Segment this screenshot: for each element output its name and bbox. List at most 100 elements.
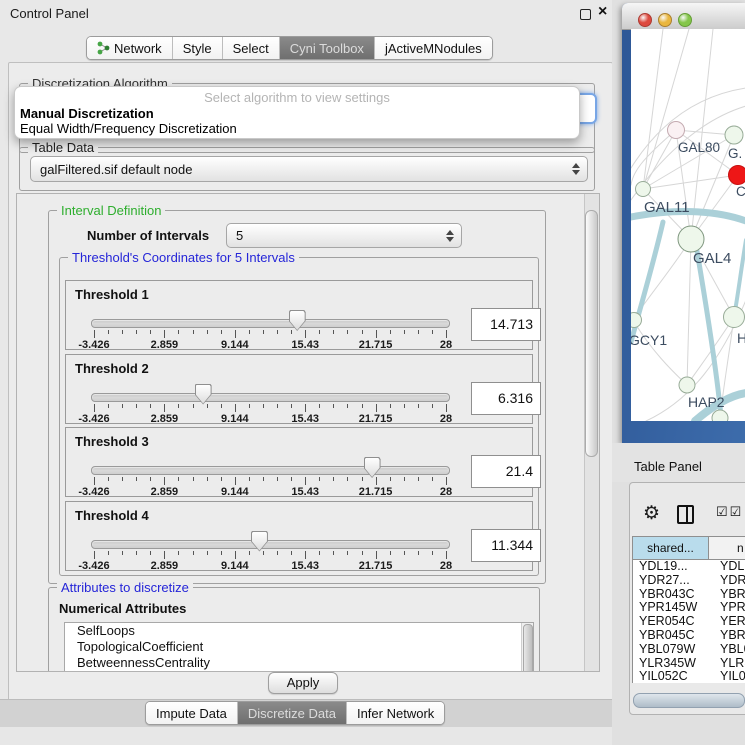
- tab-infer-network[interactable]: Infer Network: [347, 702, 444, 724]
- bottom-tab-bar: Impute DataDiscretize Data Infer Network: [145, 701, 445, 725]
- cyni-toolbox-panel: Discretization Algorithm Table Data galF…: [8, 62, 613, 702]
- settings-scroll-pane: Interval Definition Number of Intervals …: [16, 193, 600, 672]
- algorithm-option-manual-discretization[interactable]: Manual Discretization: [15, 106, 579, 121]
- slider-tick-minor: [221, 477, 222, 481]
- network-node-gal80[interactable]: [668, 122, 685, 139]
- attribute-item-selfloops[interactable]: SelfLoops: [65, 623, 533, 639]
- slider-tick-minor: [418, 477, 419, 481]
- float-window-icon[interactable]: [580, 9, 591, 20]
- threshold-slider-track[interactable]: [91, 393, 450, 402]
- threshold-label: Threshold 3: [75, 434, 149, 449]
- tab-select[interactable]: Select: [223, 37, 280, 59]
- slider-tick-label: 21.715: [359, 560, 393, 572]
- close-light[interactable]: [638, 13, 652, 27]
- slider-tick-minor: [207, 404, 208, 408]
- network-edge[interactable]: [643, 130, 676, 189]
- threshold-value-field[interactable]: 21.4: [471, 455, 541, 488]
- minimize-light[interactable]: [658, 13, 672, 27]
- table-row[interactable]: YIL052CYIL0: [633, 670, 745, 683]
- table-horizontal-scrollbar[interactable]: [633, 693, 745, 708]
- numerical-attributes-list[interactable]: SelfLoopsTopologicalCoefficientBetweenne…: [64, 622, 534, 672]
- slider-tick-minor: [432, 477, 433, 481]
- network-node-g[interactable]: [725, 126, 743, 144]
- slider-tick-label: -3.426: [78, 339, 109, 351]
- tab-style[interactable]: Style: [173, 37, 223, 59]
- table-data-select[interactable]: galFiltered.sif default node: [30, 156, 588, 182]
- network-node-gal11[interactable]: [636, 182, 651, 197]
- close-window-icon[interactable]: ×: [598, 3, 607, 21]
- threshold-label: Threshold 4: [75, 508, 149, 523]
- algorithm-option-equal-width-frequency-discretization[interactable]: Equal Width/Frequency Discretization: [15, 121, 579, 136]
- attribute-item-topologicalcoefficient[interactable]: TopologicalCoefficient: [65, 639, 533, 655]
- table-header-name[interactable]: n: [709, 537, 745, 559]
- slider-tick-major: [164, 477, 165, 485]
- tab-label: Infer Network: [357, 706, 434, 721]
- slider-tick-minor: [291, 477, 292, 481]
- network-node-h[interactable]: [724, 307, 745, 328]
- tab-cyni-toolbox[interactable]: Cyni Toolbox: [280, 37, 375, 59]
- settings-scrollbar-thumb[interactable]: [585, 210, 598, 457]
- slider-tick-minor: [418, 551, 419, 555]
- table-row[interactable]: YER054CYER0: [633, 615, 745, 629]
- network-node-red-node[interactable]: [729, 166, 745, 185]
- network-node-bottom-node[interactable]: [712, 410, 728, 421]
- slider-tick-minor: [333, 330, 334, 334]
- threshold-slider-track[interactable]: [91, 540, 450, 549]
- table-row[interactable]: YBR045CYBR0: [633, 629, 745, 643]
- table-row[interactable]: YBL079WYBL0: [633, 643, 745, 657]
- tab-network[interactable]: Network: [87, 37, 173, 59]
- attributes-list-scrollbar[interactable]: [521, 623, 533, 672]
- slider-tick-minor: [150, 551, 151, 555]
- threshold-panel-3: Threshold 3-3.4262.8599.14415.4321.71528…: [65, 427, 533, 497]
- slider-tick-label: -3.426: [78, 413, 109, 425]
- slider-tick-major: [235, 404, 236, 412]
- gear-icon[interactable]: ⚙: [643, 502, 660, 525]
- network-edge[interactable]: [697, 251, 721, 416]
- table-row[interactable]: YDL19...YDL1: [633, 560, 745, 574]
- threshold-slider-track[interactable]: [91, 319, 450, 328]
- table-row[interactable]: YLR345WYLR3: [633, 657, 745, 671]
- thresholds-group: Threshold's Coordinates for 5 Intervals …: [59, 257, 539, 576]
- table-row[interactable]: YDR27...YDR2: [633, 574, 745, 588]
- apply-button[interactable]: Apply: [268, 672, 338, 694]
- table-header-shared[interactable]: shared...: [633, 537, 709, 559]
- tab-impute-data[interactable]: Impute Data: [146, 702, 238, 724]
- network-edge[interactable]: [643, 175, 738, 189]
- node-table[interactable]: shared... n YDL19...YDL1YDR27...YDR2YBR0…: [632, 536, 745, 683]
- slider-tick-label: -3.426: [78, 486, 109, 498]
- network-node-gal4[interactable]: [678, 226, 704, 252]
- slider-tick-minor: [277, 404, 278, 408]
- threshold-value-field[interactable]: 14.713: [471, 308, 541, 341]
- threshold-panel-2: Threshold 2-3.4262.8599.14415.4321.71528…: [65, 354, 533, 424]
- network-edge[interactable]: [687, 239, 691, 385]
- network-window-titlebar[interactable]: [622, 3, 745, 30]
- columns-icon[interactable]: [677, 505, 694, 524]
- slider-tick-minor: [362, 477, 363, 481]
- threshold-value-field[interactable]: 6.316: [471, 382, 541, 415]
- network-edge[interactable]: [691, 29, 713, 239]
- network-edge[interactable]: [633, 320, 687, 385]
- network-icon: [97, 41, 110, 55]
- slider-tick-minor: [418, 330, 419, 334]
- tab-jactivemnodules[interactable]: jActiveMNodules: [375, 37, 492, 59]
- num-intervals-select[interactable]: 5: [226, 223, 462, 248]
- table-cell: YBR043C: [633, 588, 714, 602]
- settings-scrollbar[interactable]: [584, 194, 599, 671]
- table-row[interactable]: YPR145WYPR1: [633, 601, 745, 615]
- network-node-hap2[interactable]: [679, 377, 695, 393]
- attribute-item-betweennesscentrality[interactable]: BetweennessCentrality: [65, 655, 533, 671]
- tab-discretize-data[interactable]: Discretize Data: [238, 702, 347, 724]
- slider-tick-minor: [108, 330, 109, 334]
- slider-tick-label: 28: [440, 486, 452, 498]
- network-canvas[interactable]: GAL80G.CGAL11GAL4GCY1HHAP2: [631, 29, 745, 421]
- network-node-gcy1[interactable]: [631, 313, 642, 328]
- table-row[interactable]: YBR043CYBR0: [633, 588, 745, 602]
- threshold-slider-track[interactable]: [91, 466, 450, 475]
- zoom-light[interactable]: [678, 13, 692, 27]
- threshold-value-field[interactable]: 11.344: [471, 529, 541, 562]
- window-title: Control Panel: [10, 6, 89, 21]
- network-edge[interactable]: [643, 29, 663, 189]
- checkbox-icon[interactable]: ☑☑: [716, 504, 743, 520]
- numerical-attributes-label: Numerical Attributes: [59, 601, 186, 616]
- network-edge[interactable]: [643, 29, 689, 189]
